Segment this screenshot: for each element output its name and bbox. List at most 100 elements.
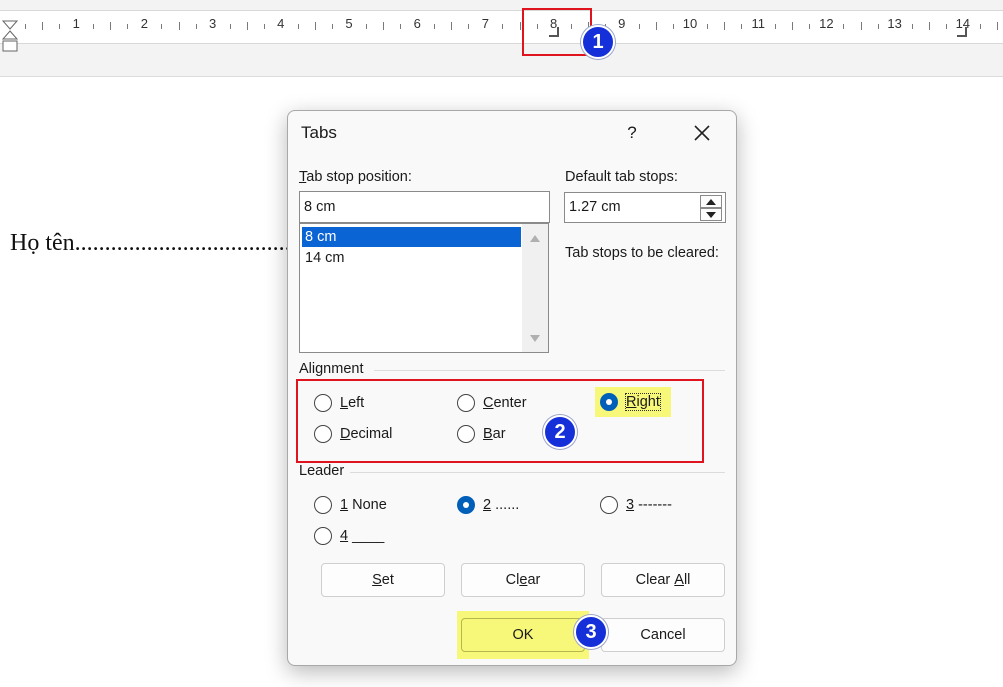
- alignment-options-highlight: [296, 379, 704, 463]
- default-tab-stops-spinner[interactable]: [700, 193, 724, 223]
- indent-marker-icon[interactable]: [2, 20, 18, 54]
- radio-circle: [314, 527, 332, 545]
- ruler-number: 4: [277, 16, 285, 31]
- leader-underline-radio[interactable]: 4 ____: [314, 527, 384, 545]
- ruler-number: 13: [887, 16, 902, 31]
- help-button[interactable]: ?: [618, 121, 646, 145]
- ok-button[interactable]: OK: [461, 618, 585, 652]
- ruler-tick: [519, 22, 521, 30]
- leader-dots-radio[interactable]: 2 ......: [457, 496, 519, 514]
- leader-none-label: 1 None: [340, 497, 387, 513]
- clear-button[interactable]: Cl e ar: [461, 563, 585, 597]
- ruler-tick: [434, 24, 436, 29]
- clear-mnemonic: e: [519, 572, 528, 588]
- ruler-tick: [707, 24, 709, 29]
- alignment-label: Alignment: [299, 361, 364, 377]
- step-2-badge: 2: [543, 415, 577, 449]
- ruler-tick: [229, 24, 231, 29]
- ruler-tick: [59, 24, 61, 29]
- ruler-tick: [911, 24, 913, 29]
- ruler-number: 5: [345, 16, 353, 31]
- clear-label-rest: ar: [527, 572, 541, 588]
- ruler-tick: [314, 22, 316, 30]
- ruler-tick: [775, 24, 777, 29]
- tab-stops-to-clear-label: Tab stops to be cleared:: [565, 245, 719, 261]
- ruler-number: 6: [413, 16, 421, 31]
- leader-underline-label: 4 ____: [340, 528, 385, 544]
- listbox-scrollbar[interactable]: [522, 224, 548, 352]
- cancel-button[interactable]: Cancel: [601, 618, 725, 652]
- ruler-tick: [178, 22, 180, 30]
- scroll-up-icon[interactable]: [530, 235, 540, 242]
- leader-label: Leader: [299, 463, 345, 479]
- ruler-tick: [860, 22, 862, 30]
- close-button[interactable]: [684, 119, 720, 147]
- alignment-divider: [374, 370, 725, 371]
- ruler-number: 10: [682, 16, 698, 31]
- document-text[interactable]: Họ tên..................................…: [10, 230, 315, 257]
- leader-dashes-label: 3 -------: [626, 497, 672, 513]
- ruler-tick: [366, 24, 368, 29]
- ruler-tick: [979, 24, 981, 29]
- ruler-tick: [638, 24, 640, 29]
- ruler-tick: [502, 24, 504, 29]
- list-item[interactable]: 14 cm: [302, 248, 521, 268]
- leader-divider: [350, 472, 725, 473]
- ruler-tick: [843, 24, 845, 29]
- ruler-number: 14: [955, 16, 971, 31]
- ruler-tick: [792, 22, 794, 30]
- ruler-tick: [400, 24, 402, 29]
- ruler-tick: [127, 24, 129, 29]
- radio-circle: [314, 496, 332, 514]
- ruler-tick: [996, 22, 998, 30]
- clear-all-label-rest: ll: [683, 572, 691, 588]
- ruler-tick: [672, 24, 674, 29]
- ruler-tick: [451, 22, 453, 30]
- triangle-down-icon: [706, 212, 716, 218]
- tab-stop-position-input[interactable]: 8 cm: [299, 191, 550, 223]
- ruler-number: 3: [208, 16, 217, 31]
- dialog-title: Tabs: [301, 123, 337, 142]
- ruler-tick: [877, 24, 879, 29]
- leader-dashes-radio[interactable]: 3 -------: [600, 496, 672, 514]
- ruler-area: 1 2 3 4 5 6 7 8 9 10 11 12 13 14: [0, 0, 1003, 77]
- ruler-number: 12: [819, 16, 834, 31]
- spin-down-button[interactable]: [700, 208, 722, 221]
- ruler-tick: [928, 22, 930, 30]
- ruler-tick: [195, 24, 197, 29]
- ruler-tick: [161, 24, 163, 29]
- step-1-badge: 1: [581, 25, 615, 59]
- leader-none-radio[interactable]: 1 None: [314, 496, 387, 514]
- tab-stop-position-label: Tab stop position:: [299, 169, 412, 185]
- radio-circle-selected: [457, 496, 475, 514]
- scroll-down-icon[interactable]: [530, 335, 540, 342]
- ruler-number: 7: [481, 16, 490, 31]
- ruler-tick: [263, 24, 265, 29]
- ruler-tick: [246, 22, 248, 30]
- ruler-tick: [724, 22, 726, 30]
- default-tab-stops-label: Default tab stops:: [565, 169, 678, 185]
- triangle-up-icon: [706, 199, 716, 205]
- ruler-tick: [42, 22, 44, 30]
- ruler-tick: [655, 22, 657, 30]
- ruler-tick: [468, 24, 470, 29]
- ruler-tick: [297, 24, 299, 29]
- ruler-number: 1: [72, 16, 80, 31]
- clear-label-pre: Cl: [505, 572, 520, 588]
- tab-stop-listbox[interactable]: 8 cm 14 cm: [299, 223, 549, 353]
- spin-up-button[interactable]: [700, 195, 722, 208]
- step-3-badge: 3: [574, 615, 608, 649]
- ruler-tick: [945, 24, 947, 29]
- close-icon: [694, 125, 710, 141]
- leader-dots-label: 2 ......: [483, 497, 520, 513]
- ruler-tick: [110, 22, 112, 30]
- ruler-tick: [809, 24, 811, 29]
- ruler-tick: [383, 22, 385, 30]
- set-button[interactable]: Set: [321, 563, 445, 597]
- clear-all-label-pre: Clear: [635, 572, 675, 588]
- list-item[interactable]: 8 cm: [302, 227, 521, 247]
- horizontal-ruler[interactable]: 1 2 3 4 5 6 7 8 9 10 11 12 13 14: [0, 10, 1003, 52]
- ruler-number: 11: [751, 16, 765, 31]
- clear-all-button[interactable]: Clear All: [601, 563, 725, 597]
- ruler-tick: [331, 24, 333, 29]
